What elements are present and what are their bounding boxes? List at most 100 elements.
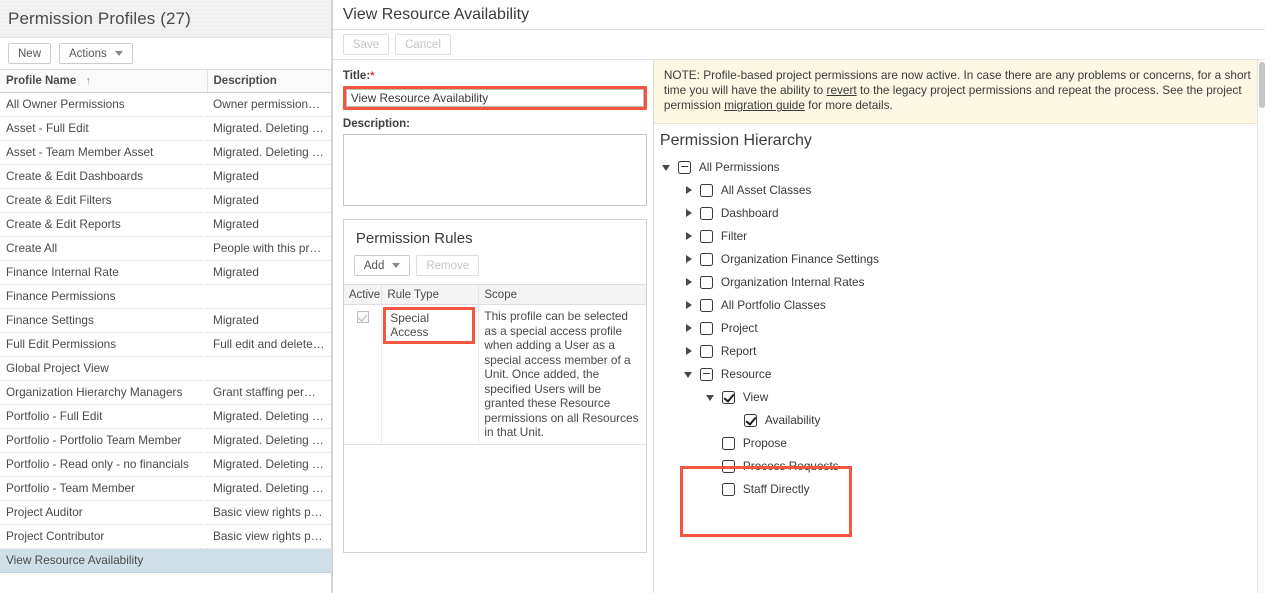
table-row[interactable]: Create & Edit Filters Migrated xyxy=(0,188,331,213)
cell-profile-name: Create & Edit Filters xyxy=(0,188,207,213)
table-row[interactable]: Global Project View xyxy=(0,356,331,381)
tree-node-label: Availability xyxy=(764,413,821,428)
tree-node[interactable]: Organization Finance Settings xyxy=(660,248,1265,271)
table-row[interactable]: Portfolio - Portfolio Team Member Migrate… xyxy=(0,428,331,453)
rule-row[interactable]: Special Access This profile can be select… xyxy=(343,304,646,444)
tree-node-checkbox[interactable] xyxy=(699,183,713,197)
cell-description: Migrated xyxy=(207,260,331,285)
tree-node[interactable]: Staff Directly xyxy=(660,478,1265,501)
tree-node[interactable]: Filter xyxy=(660,225,1265,248)
caret-right-icon[interactable] xyxy=(682,252,696,266)
caret-right-icon[interactable] xyxy=(682,206,696,220)
tree-node[interactable]: Propose xyxy=(660,432,1265,455)
tree-node-label: Staff Directly xyxy=(742,482,810,497)
caret-right-icon[interactable] xyxy=(682,275,696,289)
caret-right-icon[interactable] xyxy=(682,321,696,335)
tree-node-checkbox[interactable] xyxy=(721,390,735,404)
tree-node-checkbox[interactable] xyxy=(699,206,713,220)
actions-button[interactable]: Actions xyxy=(59,43,133,64)
save-button[interactable]: Save xyxy=(342,34,390,55)
table-row[interactable]: Portfolio - Full Edit Migrated. Deleting … xyxy=(0,404,331,429)
tree-node-checkbox[interactable] xyxy=(699,229,713,243)
tree-node[interactable]: All Portfolio Classes xyxy=(660,294,1265,317)
profile-detail-panel: View Resource Availability Save Cancel T… xyxy=(331,0,1265,593)
title-input[interactable] xyxy=(345,89,644,107)
caret-down-icon[interactable] xyxy=(682,367,696,381)
tree-node-checkbox[interactable] xyxy=(699,298,713,312)
tree-node[interactable]: Resource xyxy=(660,363,1265,386)
rule-active-checkbox[interactable] xyxy=(356,310,369,323)
table-row[interactable]: Finance Internal Rate Migrated xyxy=(0,260,331,285)
remove-rule-button[interactable]: Remove xyxy=(416,255,480,276)
table-row[interactable]: Portfolio - Team Member Migrated. Deletin… xyxy=(0,476,331,501)
table-row[interactable]: View Resource Availability xyxy=(0,548,331,573)
tree-node[interactable]: View xyxy=(660,386,1265,409)
column-header-profile-name[interactable]: Profile Name ↑ xyxy=(0,70,208,93)
table-row[interactable]: Project AuditorBasic view rights plus ca… xyxy=(0,500,331,525)
tree-node-checkbox[interactable] xyxy=(699,321,713,335)
revert-link[interactable]: revert xyxy=(827,83,857,97)
table-row[interactable]: Create AllPeople with this profile can c… xyxy=(0,236,331,261)
caret-right-icon[interactable] xyxy=(682,298,696,312)
table-row[interactable]: Portfolio - Read only - no financials Mig… xyxy=(0,452,331,477)
tree-node-checkbox[interactable] xyxy=(699,344,713,358)
table-row[interactable]: Create & Edit Dashboards Migrated xyxy=(0,164,331,189)
column-header-rule-type: Rule Type xyxy=(381,284,480,305)
permission-profiles-panel: Permission Profiles (27) New Actions Pro… xyxy=(0,0,332,593)
cell-profile-name: Finance Internal Rate xyxy=(0,260,207,285)
new-button[interactable]: New xyxy=(8,43,52,64)
cell-description: Migrated xyxy=(207,212,331,237)
column-header-description[interactable]: Description xyxy=(207,70,331,93)
table-row[interactable]: Finance Permissions xyxy=(0,284,331,309)
tree-node-checkbox[interactable] xyxy=(699,252,713,266)
tree-node[interactable]: Organization Internal Rates xyxy=(660,271,1265,294)
table-header-row: Profile Name ↑ Description xyxy=(0,70,331,93)
left-panel-header: Permission Profiles (27) xyxy=(0,0,331,38)
migration-guide-link[interactable]: migration guide xyxy=(724,98,805,112)
table-row[interactable]: Asset - Team Member Asset Migrated. Delet… xyxy=(0,140,331,165)
cancel-button[interactable]: Cancel xyxy=(395,34,451,55)
caret-down-icon[interactable] xyxy=(660,160,674,174)
description-textarea[interactable] xyxy=(342,134,647,206)
tree-node-label: Project xyxy=(720,321,758,336)
table-row[interactable]: All Owner Permissions Owner permissions t… xyxy=(0,92,331,117)
left-toolbar: New Actions xyxy=(0,38,331,70)
tree-node-checkbox[interactable] xyxy=(699,275,713,289)
tree-node[interactable]: Report xyxy=(660,340,1265,363)
cell-profile-name: Portfolio - Full Edit xyxy=(0,404,207,429)
cell-description: Migrated. Deleting this profile will res… xyxy=(207,116,331,141)
table-row[interactable]: Finance Settings Migrated xyxy=(0,308,331,333)
tree-node-checkbox[interactable] xyxy=(721,482,735,496)
caret-right-icon[interactable] xyxy=(682,229,696,243)
tree-node[interactable]: Availability xyxy=(660,409,1265,432)
hierarchy-scrollbar-thumb[interactable] xyxy=(1259,62,1265,108)
tree-node-checkbox[interactable] xyxy=(743,413,757,427)
tree-node[interactable]: All Asset Classes xyxy=(660,179,1265,202)
cell-description xyxy=(207,356,331,381)
profiles-table-scroll[interactable]: Profile Name ↑ Description All Owner Per… xyxy=(0,70,331,593)
tree-node[interactable]: Project xyxy=(660,317,1265,340)
tree-node-checkbox[interactable] xyxy=(721,459,735,473)
table-row[interactable]: Organization Hierarchy Managers Grant sta… xyxy=(0,380,331,405)
cell-description: People with this profile can create all … xyxy=(207,236,331,261)
tree-node-checkbox[interactable] xyxy=(699,367,713,381)
description-field-label: Description: xyxy=(342,118,410,130)
caret-right-icon[interactable] xyxy=(682,344,696,358)
tree-node-checkbox[interactable] xyxy=(721,436,735,450)
table-row[interactable]: Full Edit Permissions Full edit and delet… xyxy=(0,332,331,357)
add-rule-button[interactable]: Add xyxy=(353,255,411,276)
tree-node-checkbox[interactable] xyxy=(677,160,691,174)
table-row[interactable]: Project Contributor Basic view rights plu… xyxy=(0,524,331,549)
caret-down-icon[interactable] xyxy=(704,390,718,404)
table-row[interactable]: Create & Edit Reports Migrated xyxy=(0,212,331,237)
hierarchy-scrollbar[interactable] xyxy=(1257,60,1265,593)
tree-node-label: All Permissions xyxy=(698,160,780,175)
tree-node[interactable]: All Permissions xyxy=(660,156,1265,179)
permission-rules-body: Special Access This profile can be select… xyxy=(343,304,646,444)
tree-node[interactable]: Dashboard xyxy=(660,202,1265,225)
tree-node[interactable]: Process Requests xyxy=(660,455,1265,478)
table-row[interactable]: Asset - Full Edit Migrated. Deleting this… xyxy=(0,116,331,141)
caret-right-icon[interactable] xyxy=(682,183,696,197)
cell-description: Migrated xyxy=(207,164,331,189)
